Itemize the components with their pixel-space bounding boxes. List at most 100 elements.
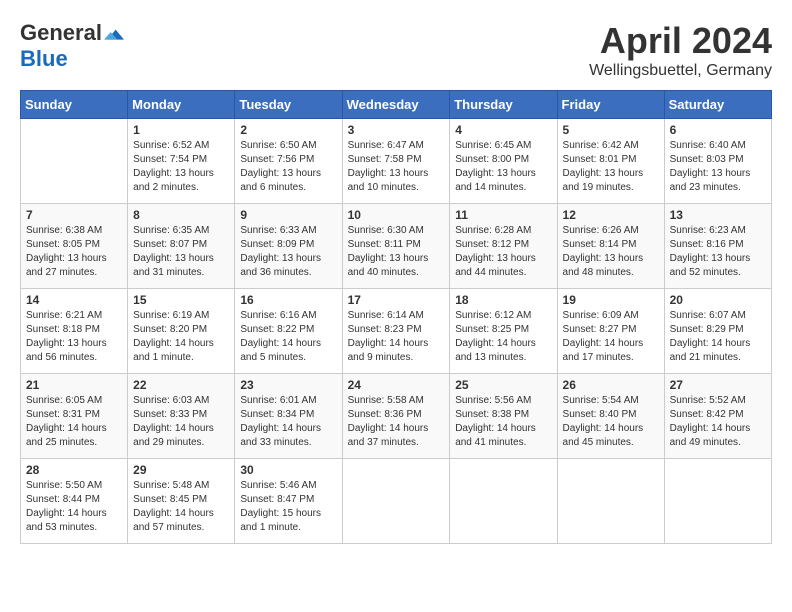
day-info: Sunrise: 6:28 AMSunset: 8:12 PMDaylight:… <box>455 224 551 280</box>
day-info: Sunrise: 6:14 AMSunset: 8:23 PMDaylight:… <box>348 309 445 365</box>
calendar-cell: 23Sunrise: 6:01 AMSunset: 8:34 PMDayligh… <box>235 374 342 459</box>
calendar-table: SundayMondayTuesdayWednesdayThursdayFrid… <box>20 90 772 544</box>
day-number: 17 <box>348 293 445 307</box>
day-number: 4 <box>455 123 551 137</box>
day-number: 11 <box>455 208 551 222</box>
day-number: 14 <box>26 293 122 307</box>
day-info: Sunrise: 6:30 AMSunset: 8:11 PMDaylight:… <box>348 224 445 280</box>
calendar-cell: 22Sunrise: 6:03 AMSunset: 8:33 PMDayligh… <box>128 374 235 459</box>
day-number: 6 <box>670 123 766 137</box>
day-info: Sunrise: 6:35 AMSunset: 8:07 PMDaylight:… <box>133 224 229 280</box>
calendar-cell: 8 Sunrise: 6:35 AMSunset: 8:07 PMDaylight… <box>128 204 235 289</box>
day-number: 25 <box>455 378 551 392</box>
calendar-cell: 5Sunrise: 6:42 AMSunset: 8:01 PMDaylight… <box>557 119 664 204</box>
calendar-cell: 20 Sunrise: 6:07 AMSunset: 8:29 PMDayligh… <box>664 289 771 374</box>
location: Wellingsbuettel, Germany <box>589 62 772 80</box>
calendar-cell: 14 Sunrise: 6:21 AMSunset: 8:18 PMDayligh… <box>21 289 128 374</box>
day-number: 28 <box>26 463 122 477</box>
calendar-cell: 15 Sunrise: 6:19 AMSunset: 8:20 PMDayligh… <box>128 289 235 374</box>
day-info: Sunrise: 5:52 AMSunset: 8:42 PMDaylight:… <box>670 394 766 450</box>
day-info: Sunrise: 6:42 AMSunset: 8:01 PMDaylight:… <box>563 139 659 195</box>
day-info: Sunrise: 6:09 AMSunset: 8:27 PMDaylight:… <box>563 309 659 365</box>
day-info: Sunrise: 6:01 AMSunset: 8:34 PMDaylight:… <box>240 394 336 450</box>
logo-icon <box>104 23 124 43</box>
calendar-cell: 18Sunrise: 6:12 AMSunset: 8:25 PMDayligh… <box>450 289 557 374</box>
calendar-cell: 27 Sunrise: 5:52 AMSunset: 8:42 PMDayligh… <box>664 374 771 459</box>
day-info: Sunrise: 6:47 AMSunset: 7:58 PMDaylight:… <box>348 139 445 195</box>
calendar-cell: 1Sunrise: 6:52 AMSunset: 7:54 PMDaylight… <box>128 119 235 204</box>
day-number: 10 <box>348 208 445 222</box>
month-title: April 2024 <box>589 20 772 62</box>
day-number: 12 <box>563 208 659 222</box>
day-number: 16 <box>240 293 336 307</box>
day-number: 3 <box>348 123 445 137</box>
calendar-cell: 10 Sunrise: 6:30 AMSunset: 8:11 PMDayligh… <box>342 204 450 289</box>
calendar-cell: 16 Sunrise: 6:16 AMSunset: 8:22 PMDayligh… <box>235 289 342 374</box>
day-number: 29 <box>133 463 229 477</box>
day-info: Sunrise: 6:05 AMSunset: 8:31 PMDaylight:… <box>26 394 122 450</box>
week-row-5: 28Sunrise: 5:50 AMSunset: 8:44 PMDayligh… <box>21 459 772 544</box>
calendar-cell <box>664 459 771 544</box>
calendar-cell: 19 Sunrise: 6:09 AMSunset: 8:27 PMDayligh… <box>557 289 664 374</box>
day-info: Sunrise: 6:19 AMSunset: 8:20 PMDaylight:… <box>133 309 229 365</box>
calendar-cell: 6Sunrise: 6:40 AMSunset: 8:03 PMDaylight… <box>664 119 771 204</box>
day-number: 2 <box>240 123 336 137</box>
weekday-header-sunday: Sunday <box>21 91 128 119</box>
calendar-cell: 17 Sunrise: 6:14 AMSunset: 8:23 PMDayligh… <box>342 289 450 374</box>
calendar-cell: 29 Sunrise: 5:48 AMSunset: 8:45 PMDayligh… <box>128 459 235 544</box>
day-number: 19 <box>563 293 659 307</box>
calendar-cell <box>21 119 128 204</box>
day-number: 24 <box>348 378 445 392</box>
day-number: 27 <box>670 378 766 392</box>
day-number: 18 <box>455 293 551 307</box>
day-info: Sunrise: 6:07 AMSunset: 8:29 PMDaylight:… <box>670 309 766 365</box>
day-number: 21 <box>26 378 122 392</box>
day-info: Sunrise: 6:26 AMSunset: 8:14 PMDaylight:… <box>563 224 659 280</box>
day-info: Sunrise: 6:21 AMSunset: 8:18 PMDaylight:… <box>26 309 122 365</box>
day-info: Sunrise: 5:54 AMSunset: 8:40 PMDaylight:… <box>563 394 659 450</box>
day-number: 7 <box>26 208 122 222</box>
day-number: 1 <box>133 123 229 137</box>
calendar-cell: 13 Sunrise: 6:23 AMSunset: 8:16 PMDayligh… <box>664 204 771 289</box>
day-number: 8 <box>133 208 229 222</box>
week-row-4: 21 Sunrise: 6:05 AMSunset: 8:31 PMDayligh… <box>21 374 772 459</box>
week-row-2: 7 Sunrise: 6:38 AMSunset: 8:05 PMDaylight… <box>21 204 772 289</box>
weekday-header-monday: Monday <box>128 91 235 119</box>
logo: General Blue <box>20 20 124 72</box>
day-info: Sunrise: 6:38 AMSunset: 8:05 PMDaylight:… <box>26 224 122 280</box>
day-info: Sunrise: 5:58 AMSunset: 8:36 PMDaylight:… <box>348 394 445 450</box>
page-header: General Blue April 2024 Wellingsbuettel,… <box>20 20 772 80</box>
day-number: 15 <box>133 293 229 307</box>
calendar-cell <box>557 459 664 544</box>
logo-general-text: General <box>20 20 102 46</box>
calendar-cell: 25 Sunrise: 5:56 AMSunset: 8:38 PMDayligh… <box>450 374 557 459</box>
day-info: Sunrise: 6:45 AMSunset: 8:00 PMDaylight:… <box>455 139 551 195</box>
calendar-cell: 21 Sunrise: 6:05 AMSunset: 8:31 PMDayligh… <box>21 374 128 459</box>
calendar-cell: 11 Sunrise: 6:28 AMSunset: 8:12 PMDayligh… <box>450 204 557 289</box>
calendar-cell: 2Sunrise: 6:50 AMSunset: 7:56 PMDaylight… <box>235 119 342 204</box>
day-info: Sunrise: 6:03 AMSunset: 8:33 PMDaylight:… <box>133 394 229 450</box>
day-number: 13 <box>670 208 766 222</box>
calendar-cell: 28Sunrise: 5:50 AMSunset: 8:44 PMDayligh… <box>21 459 128 544</box>
calendar-cell: 7 Sunrise: 6:38 AMSunset: 8:05 PMDaylight… <box>21 204 128 289</box>
calendar-cell: 4 Sunrise: 6:45 AMSunset: 8:00 PMDaylight… <box>450 119 557 204</box>
day-info: Sunrise: 5:46 AMSunset: 8:47 PMDaylight:… <box>240 479 336 535</box>
day-number: 9 <box>240 208 336 222</box>
day-number: 20 <box>670 293 766 307</box>
calendar-cell: 26Sunrise: 5:54 AMSunset: 8:40 PMDayligh… <box>557 374 664 459</box>
day-info: Sunrise: 6:16 AMSunset: 8:22 PMDaylight:… <box>240 309 336 365</box>
day-info: Sunrise: 5:48 AMSunset: 8:45 PMDaylight:… <box>133 479 229 535</box>
weekday-header-saturday: Saturday <box>664 91 771 119</box>
week-row-1: 1Sunrise: 6:52 AMSunset: 7:54 PMDaylight… <box>21 119 772 204</box>
weekday-header-tuesday: Tuesday <box>235 91 342 119</box>
logo-blue-text: Blue <box>20 46 68 72</box>
day-info: Sunrise: 6:23 AMSunset: 8:16 PMDaylight:… <box>670 224 766 280</box>
calendar-cell: 3 Sunrise: 6:47 AMSunset: 7:58 PMDaylight… <box>342 119 450 204</box>
day-info: Sunrise: 5:56 AMSunset: 8:38 PMDaylight:… <box>455 394 551 450</box>
calendar-cell: 12 Sunrise: 6:26 AMSunset: 8:14 PMDayligh… <box>557 204 664 289</box>
calendar-cell <box>450 459 557 544</box>
weekday-header-wednesday: Wednesday <box>342 91 450 119</box>
weekday-header-row: SundayMondayTuesdayWednesdayThursdayFrid… <box>21 91 772 119</box>
day-info: Sunrise: 6:33 AMSunset: 8:09 PMDaylight:… <box>240 224 336 280</box>
title-section: April 2024 Wellingsbuettel, Germany <box>589 20 772 80</box>
